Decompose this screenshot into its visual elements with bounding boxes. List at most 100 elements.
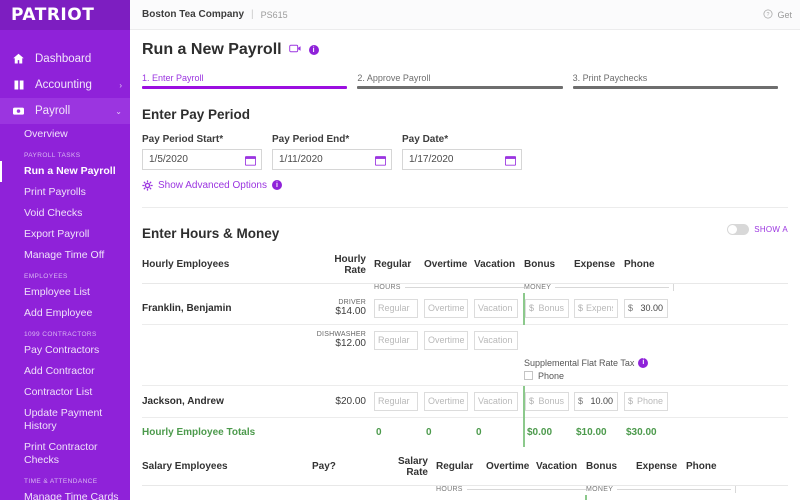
chevron-down-icon: ⌄ <box>115 106 122 116</box>
overtime-wrap[interactable] <box>424 298 468 318</box>
supplemental-phone-checkbox-row[interactable]: Phone <box>524 371 788 381</box>
overtime-input[interactable] <box>425 392 467 410</box>
vacation-input[interactable] <box>475 331 517 349</box>
pay-period-start-field: Pay Period Start* <box>142 134 262 170</box>
bonus-input[interactable] <box>534 392 568 410</box>
show-all-label: SHOW A <box>754 224 788 234</box>
supp-spacer <box>374 356 424 386</box>
show-all-toggle-wrap[interactable]: SHOW A <box>727 223 788 235</box>
toggle-knob <box>728 224 738 234</box>
supp-spacer <box>424 356 474 386</box>
calendar-icon[interactable] <box>374 155 387 169</box>
overtime-input[interactable] <box>425 331 467 349</box>
pay-date-input[interactable] <box>403 149 521 169</box>
sidebar-item-update-payment-history[interactable]: Update Payment History <box>0 403 130 437</box>
sidebar-item-manage-time-cards[interactable]: Manage Time Cards <box>0 487 130 500</box>
pay-period-start-wrap[interactable] <box>142 148 262 170</box>
bonus-wrap[interactable]: $ <box>525 391 569 411</box>
pay-date-wrap[interactable] <box>402 148 522 170</box>
sidebar-item-employee-list[interactable]: Employee List <box>0 282 130 303</box>
sidebar-item-accounting[interactable]: Accounting › <box>0 72 130 98</box>
pay-period-end-wrap[interactable] <box>272 148 392 170</box>
overtime-wrap[interactable] <box>424 330 468 350</box>
vacation-input[interactable] <box>475 299 517 317</box>
info-icon[interactable]: i <box>271 180 282 190</box>
expense-wrap[interactable]: $ <box>574 298 618 318</box>
money-group-label: MONEY <box>524 283 552 291</box>
phone-wrap[interactable]: $ <box>624 391 668 411</box>
group-line <box>466 488 586 490</box>
sidebar-item-overview[interactable]: Overview <box>0 124 130 145</box>
table-row: DISHWASHER $12.00 <box>142 325 788 356</box>
employee-name-cell <box>142 325 312 356</box>
vacation-wrap[interactable] <box>474 330 518 350</box>
info-icon[interactable]: i <box>638 357 649 368</box>
show-advanced-options-label[interactable]: Show Advanced Options <box>158 180 267 191</box>
dollar-sign: $ <box>578 396 584 406</box>
vacation-input[interactable] <box>475 392 517 410</box>
expense-wrap[interactable]: $ <box>574 391 618 411</box>
vacation-wrap[interactable] <box>474 298 518 318</box>
step-enter-payroll[interactable]: 1. Enter Payroll <box>142 73 357 89</box>
step-print-paychecks[interactable]: 3. Print Paychecks <box>572 73 788 89</box>
sidebar-item-pay-contractors[interactable]: Pay Contractors <box>0 340 130 361</box>
bonus-wrap[interactable]: $ <box>525 298 569 318</box>
sidebar-item-print-payrolls[interactable]: Print Payrolls <box>0 182 130 203</box>
calendar-icon[interactable] <box>244 155 257 169</box>
overtime-wrap[interactable] <box>424 391 468 411</box>
sidebar-item-manage-time-off[interactable]: Manage Time Off <box>0 245 130 266</box>
expense-input[interactable] <box>583 299 617 317</box>
overtime-input[interactable] <box>425 299 467 317</box>
pay-period-end-input[interactable] <box>273 149 391 169</box>
rate-cell: $20.00 <box>312 386 374 418</box>
phone-input[interactable] <box>633 392 667 410</box>
regular-cell <box>374 386 424 418</box>
supplemental-phone-checkbox[interactable] <box>524 371 533 380</box>
show-advanced-options-row[interactable]: Show Advanced Options i <box>142 180 788 191</box>
sidebar-item-export-payroll[interactable]: Export Payroll <box>0 224 130 245</box>
expense-input[interactable] <box>583 392 617 410</box>
table-row: Penn, Peter$2,000.00$$$ <box>142 494 788 500</box>
col-regular: Regular <box>374 250 424 284</box>
pay-period-section: Enter Pay Period Pay Period Start* Pay P… <box>130 107 800 208</box>
salary-header-row: Salary Employees Pay? Salary Rate Regula… <box>142 452 788 486</box>
regular-wrap[interactable] <box>374 391 418 411</box>
info-icon[interactable]: i <box>308 45 319 55</box>
regular-input[interactable] <box>375 299 417 317</box>
rate-amount: $12.00 <box>335 338 366 349</box>
phone-input[interactable] <box>633 299 667 317</box>
sidebar-item-add-contractor[interactable]: Add Contractor <box>0 361 130 382</box>
sidebar-item-payroll[interactable]: Payroll ⌄ <box>0 98 130 124</box>
pay-period-start-input[interactable] <box>143 149 261 169</box>
regular-wrap[interactable] <box>374 298 418 318</box>
step-label: 1. Enter Payroll <box>142 73 204 83</box>
page-title: Run a New Payroll <box>142 41 282 58</box>
rate-amount: $20.00 <box>335 395 366 407</box>
progress-steps: 1. Enter Payroll 2. Approve Payroll 3. P… <box>142 73 788 89</box>
calendar-icon[interactable] <box>504 155 517 169</box>
field-label: Pay Date* <box>402 133 449 145</box>
sidebar-item-dashboard[interactable]: Dashboard <box>0 46 130 72</box>
step-approve-payroll[interactable]: 2. Approve Payroll <box>357 73 572 89</box>
show-all-toggle[interactable] <box>727 223 750 235</box>
supplemental-tax-row: Supplemental Flat Rate Tax i Phone <box>142 356 788 386</box>
vacation-wrap[interactable] <box>474 391 518 411</box>
regular-input[interactable] <box>375 392 417 410</box>
regular-input[interactable] <box>375 331 417 349</box>
page-header: Run a New Payroll i 1. Enter Payroll 2. … <box>130 30 800 89</box>
col-phone: Phone <box>624 250 674 284</box>
sidebar-item-label: Accounting <box>35 79 92 91</box>
sidebar-item-void-checks[interactable]: Void Checks <box>0 203 130 224</box>
get-help-button[interactable]: ? Get <box>763 9 792 21</box>
app-logo[interactable]: PATRIOT <box>0 0 130 30</box>
video-icon[interactable] <box>288 43 302 57</box>
sidebar-item-run-a-new-payroll[interactable]: Run a New Payroll <box>0 161 130 182</box>
sidebar-item-print-contractor-checks[interactable]: Print Contractor Checks <box>0 437 130 471</box>
salary-group-row: HOURS MONEY <box>142 485 788 495</box>
phone-cell: $ <box>686 495 736 500</box>
bonus-input[interactable] <box>534 299 568 317</box>
sidebar-item-contractor-list[interactable]: Contractor List <box>0 382 130 403</box>
sidebar-item-add-employee[interactable]: Add Employee <box>0 303 130 324</box>
phone-wrap[interactable]: $ <box>624 298 668 318</box>
regular-wrap[interactable] <box>374 330 418 350</box>
